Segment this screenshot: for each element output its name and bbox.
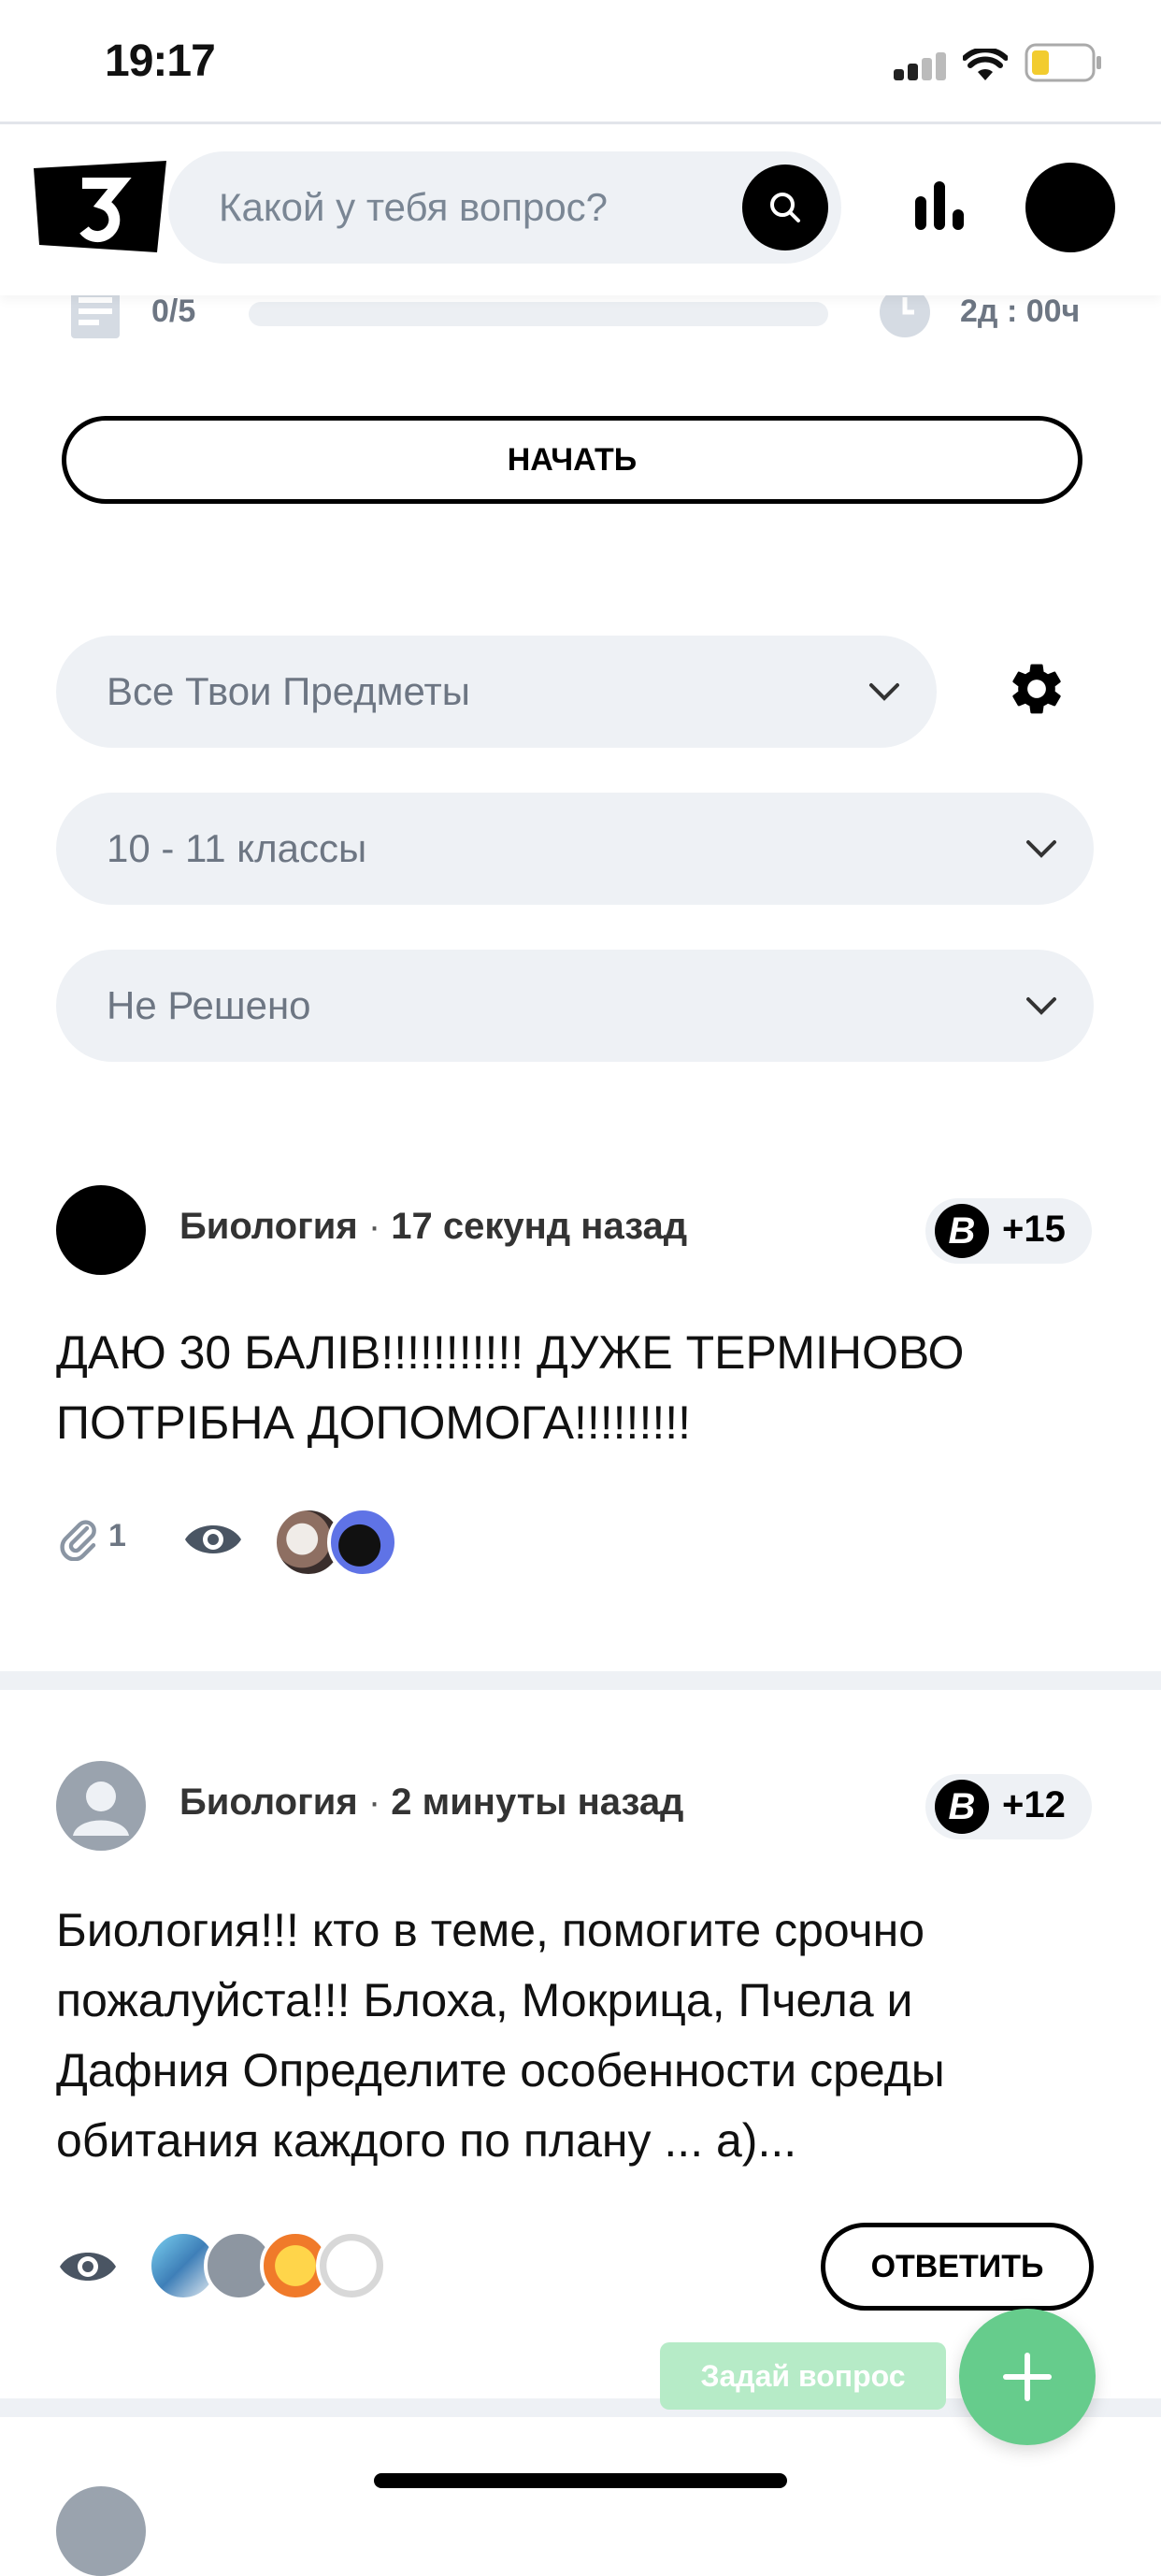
points-value: +12	[1002, 1784, 1066, 1825]
cellular-signal-icon	[894, 52, 946, 80]
feed-divider	[0, 1671, 1161, 1690]
attachment-count: 1	[108, 1518, 126, 1553]
question-author-avatar[interactable]	[56, 1185, 146, 1275]
profile-avatar[interactable]	[1025, 163, 1115, 252]
home-indicator	[374, 2473, 787, 2488]
subject-filter-select[interactable]: Все Твои Предметы	[56, 636, 937, 748]
search-input[interactable]: Какой у тебя вопрос?	[168, 151, 841, 264]
question-author-avatar[interactable]	[56, 2486, 146, 2576]
question-meta: Биология · 17 секунд назад	[179, 1206, 687, 1248]
question-text[interactable]: Биология!!! кто в теме, помогите срочно …	[56, 1896, 1084, 2176]
plus-icon	[1003, 2353, 1052, 2401]
question-subject: Биология	[179, 1206, 358, 1247]
points-badge: B +15	[925, 1198, 1092, 1264]
grade-filter-value: 10 - 11 классы	[107, 826, 367, 870]
question-meta: Биология · 2 минуты назад	[179, 1782, 683, 1824]
subject-filter-value: Все Твои Предметы	[107, 669, 470, 713]
points-badge: B +12	[925, 1774, 1092, 1839]
eye-icon	[185, 1525, 241, 1553]
viewer-avatar	[327, 1507, 398, 1578]
gear-icon[interactable]	[1006, 658, 1068, 720]
search-icon	[770, 193, 800, 222]
meta-separator: ·	[367, 1782, 381, 1823]
leaderboard-icon[interactable]	[911, 178, 968, 234]
answer-button[interactable]: ОТВЕТИТЬ	[821, 2223, 1094, 2311]
search-placeholder: Какой у тебя вопрос?	[219, 185, 609, 229]
ask-question-button[interactable]	[959, 2309, 1096, 2445]
ask-question-tooltip[interactable]: Задай вопрос	[660, 2342, 946, 2410]
brainly-points-icon: B	[935, 1780, 989, 1834]
wifi-icon	[963, 49, 1008, 80]
status-time: 19:17	[105, 36, 216, 86]
progress-bar	[249, 302, 828, 326]
chevron-down-icon	[869, 683, 899, 701]
eye-icon	[60, 2253, 116, 2281]
question-author-avatar[interactable]	[56, 1761, 146, 1851]
time-remaining: 2д : 00ч	[960, 293, 1081, 329]
question-text[interactable]: ДАЮ 30 БАЛІВ!!!!!!!!!!! ДУЖЕ ТЕРМІНОВО П…	[56, 1318, 1075, 1458]
app-logo[interactable]	[34, 161, 166, 252]
search-button[interactable]	[742, 165, 828, 250]
chevron-down-icon	[1026, 997, 1056, 1015]
progress-count: 0/5	[151, 293, 196, 329]
question-time: 2 минуты назад	[391, 1782, 684, 1823]
start-button[interactable]: НАЧАТЬ	[62, 416, 1082, 504]
question-time: 17 секунд назад	[391, 1206, 688, 1247]
question-subject: Биология	[179, 1782, 358, 1823]
viewer-avatar	[316, 2230, 387, 2301]
user-placeholder-icon	[73, 1782, 129, 1836]
battery-icon	[1025, 43, 1101, 82]
brainly-points-icon: B	[935, 1204, 989, 1258]
chevron-down-icon	[1026, 840, 1056, 858]
meta-separator: ·	[367, 1206, 381, 1247]
grade-filter-select[interactable]: 10 - 11 классы	[56, 793, 1094, 905]
status-filter-select[interactable]: Не Решено	[56, 950, 1094, 1062]
status-filter-value: Не Решено	[107, 983, 311, 1027]
points-value: +15	[1002, 1209, 1066, 1250]
paperclip-icon	[60, 1520, 96, 1561]
